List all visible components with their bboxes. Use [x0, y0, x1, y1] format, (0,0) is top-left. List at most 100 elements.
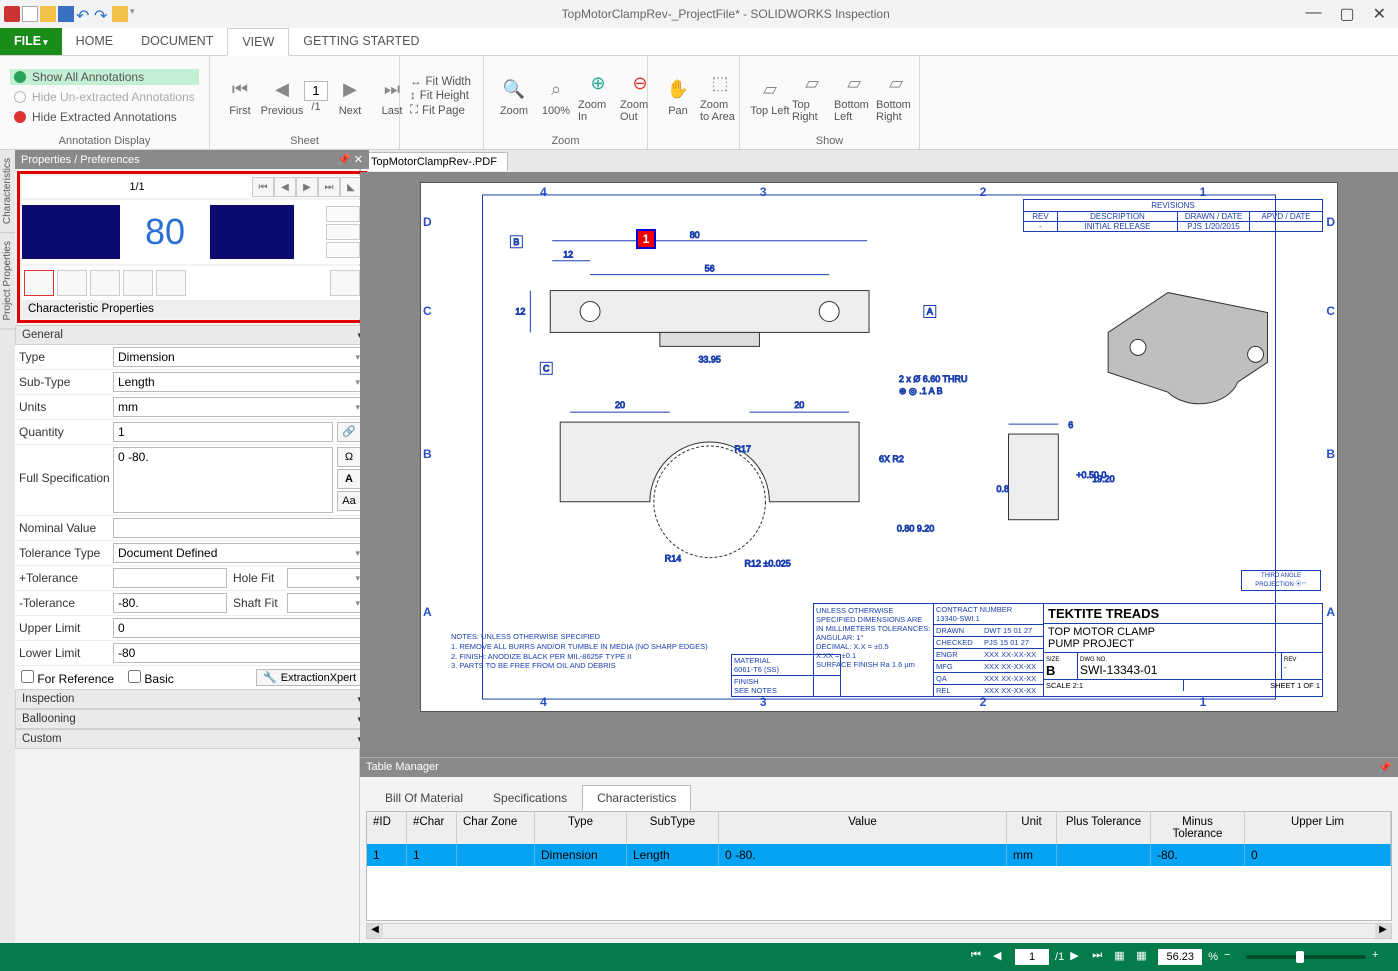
status-last-icon[interactable]: ⏭ — [1092, 949, 1108, 965]
sheet-page-total: /1 — [311, 101, 320, 113]
status-next-icon[interactable]: ▶ — [1070, 949, 1086, 965]
show-top-left[interactable]: ▱Top Left — [750, 77, 790, 117]
section-general[interactable]: General▾ — [15, 325, 369, 345]
preview-prev[interactable]: ◀ — [274, 177, 296, 197]
nominal-input[interactable] — [113, 518, 365, 538]
zoom-100[interactable]: ⌕100% — [536, 77, 576, 117]
show-all-annotations[interactable]: Show All Annotations — [10, 69, 199, 85]
undo-icon[interactable]: ↶ — [76, 6, 92, 22]
shaftfit-select[interactable]: ▾ — [287, 593, 365, 613]
status-first-icon[interactable]: ⏮ — [971, 949, 987, 965]
minus-tol-input[interactable] — [113, 593, 227, 613]
pan-button[interactable]: ✋Pan — [658, 77, 698, 117]
ocr-tool-capture[interactable] — [330, 270, 360, 296]
tab-specifications[interactable]: Specifications — [478, 785, 582, 811]
preview-tool-1[interactable] — [326, 206, 360, 222]
new-icon[interactable] — [22, 6, 38, 22]
qty-link-icon[interactable]: 🔗 — [337, 422, 361, 442]
tab-home[interactable]: HOME — [62, 28, 128, 55]
pin-icon[interactable]: 📌 — [1378, 761, 1392, 774]
units-select[interactable]: mm▾ — [113, 397, 365, 417]
zoom-in-icon[interactable]: + — [1372, 949, 1388, 965]
type-select[interactable]: Dimension▾ — [113, 347, 365, 367]
preview-last[interactable]: ⏭ — [318, 177, 340, 197]
preview-tool-a[interactable]: ◣ — [340, 177, 362, 197]
package-icon[interactable] — [112, 6, 128, 22]
table-row[interactable]: 1 1 Dimension Length 0 -80. mm -80. 0 — [367, 844, 1391, 866]
font-aa-icon[interactable]: Aa — [337, 491, 361, 511]
omega-icon[interactable]: Ω — [337, 447, 361, 467]
fit-width[interactable]: ↔Fit Width — [410, 76, 471, 88]
zoom-button[interactable]: 🔍Zoom — [494, 77, 534, 117]
zoom-slider[interactable] — [1246, 955, 1366, 959]
fit-page[interactable]: ⛶Fit Page — [410, 104, 471, 117]
fit-height[interactable]: ↕Fit Height — [410, 90, 471, 102]
show-bottom-right[interactable]: ▱Bottom Right — [876, 71, 916, 123]
tab-file[interactable]: FILE▾ — [0, 28, 62, 55]
side-tab-project-properties[interactable]: Project Properties — [0, 233, 15, 329]
preview-next[interactable]: ▶ — [296, 177, 318, 197]
section-inspection[interactable]: Inspection▾ — [15, 689, 369, 709]
plus-tol-input[interactable] — [113, 568, 227, 588]
subtype-select[interactable]: Length▾ — [113, 372, 365, 392]
holefit-select[interactable]: ▾ — [287, 568, 365, 588]
qat-dropdown-icon[interactable]: ▾ — [130, 6, 146, 22]
close-button[interactable]: ✕ — [1373, 4, 1386, 24]
font-a-icon[interactable]: A — [337, 469, 361, 489]
extractionxpert-button[interactable]: 🔧ExtractionXpert — [256, 669, 363, 686]
preview-tool-2[interactable] — [326, 224, 360, 240]
preview-tool-3[interactable] — [326, 242, 360, 258]
preview-first[interactable]: ⏮ — [252, 177, 274, 197]
status-prev-icon[interactable]: ◀ — [993, 949, 1009, 965]
maximize-button[interactable]: ▢ — [1339, 4, 1354, 24]
tab-characteristics[interactable]: Characteristics — [582, 785, 691, 811]
redo-icon[interactable]: ↷ — [94, 6, 110, 22]
status-page-input[interactable] — [1015, 949, 1049, 965]
basic-checkbox[interactable]: Basic — [128, 670, 174, 686]
zoom-out-icon[interactable]: − — [1224, 949, 1240, 965]
horizontal-scrollbar[interactable]: ◀▶ — [366, 923, 1392, 939]
hide-extracted-annotations[interactable]: Hide Extracted Annotations — [10, 109, 199, 125]
side-tab-characteristics[interactable]: Characteristics — [0, 150, 15, 233]
full-spec-input[interactable]: 0 -80. — [113, 447, 333, 513]
show-top-right[interactable]: ▱Top Right — [792, 71, 832, 123]
upper-limit-input[interactable] — [113, 618, 365, 638]
hide-unextracted-annotations[interactable]: Hide Un-extracted Annotations — [10, 89, 199, 105]
ocr-tool-4[interactable] — [123, 270, 153, 296]
ocr-tool-3[interactable] — [90, 270, 120, 296]
zoom-to-area[interactable]: ⬚Zoom to Area — [700, 71, 740, 123]
for-reference-checkbox[interactable]: For Reference — [21, 670, 114, 686]
sheet-first[interactable]: ⏮First — [220, 77, 260, 117]
svg-text:A: A — [927, 307, 933, 317]
ocr-tool-2[interactable] — [57, 270, 87, 296]
open-icon[interactable] — [40, 6, 56, 22]
drawing-viewport[interactable]: 4 3 2 1 4 3 2 1 D C B A D C B A — [360, 172, 1398, 757]
minimize-button[interactable]: — — [1305, 4, 1321, 24]
sheet-prev[interactable]: ◀Previous — [262, 77, 302, 117]
svg-text:6X R2: 6X R2 — [879, 454, 904, 464]
tab-document[interactable]: DOCUMENT — [127, 28, 227, 55]
save-icon[interactable] — [58, 6, 74, 22]
close-icon[interactable]: ✕ — [354, 154, 363, 166]
document-tab[interactable]: TopMotorClampRev-.PDF — [360, 152, 508, 171]
tab-getting-started[interactable]: GETTING STARTED — [289, 28, 433, 55]
lower-limit-input[interactable] — [113, 643, 365, 663]
sheet-next[interactable]: ▶Next — [330, 77, 370, 117]
zoom-in[interactable]: ⊕Zoom In — [578, 71, 618, 123]
show-bottom-left[interactable]: ▱Bottom Left — [834, 71, 874, 123]
tab-view[interactable]: VIEW — [227, 28, 289, 56]
tab-bom[interactable]: Bill Of Material — [370, 785, 478, 811]
status-bar: ⏮ ◀ /1 ▶ ⏭ ▦ ▦ % − + — [0, 943, 1398, 971]
pin-icon[interactable]: 📌 — [337, 154, 351, 166]
toltype-select[interactable]: Document Defined▾ — [113, 543, 365, 563]
ocr-tool-5[interactable] — [156, 270, 186, 296]
section-ballooning[interactable]: Ballooning▾ — [15, 709, 369, 729]
status-zoom-input[interactable] — [1158, 949, 1202, 965]
status-grid-icon[interactable]: ▦ — [1114, 949, 1130, 965]
ocr-tool-1[interactable] — [24, 270, 54, 296]
status-grid2-icon[interactable]: ▦ — [1136, 949, 1152, 965]
balloon-1[interactable]: 1 — [636, 229, 656, 249]
section-custom[interactable]: Custom▾ — [15, 729, 369, 749]
sheet-page-input[interactable] — [304, 81, 328, 101]
quantity-input[interactable] — [113, 422, 333, 442]
